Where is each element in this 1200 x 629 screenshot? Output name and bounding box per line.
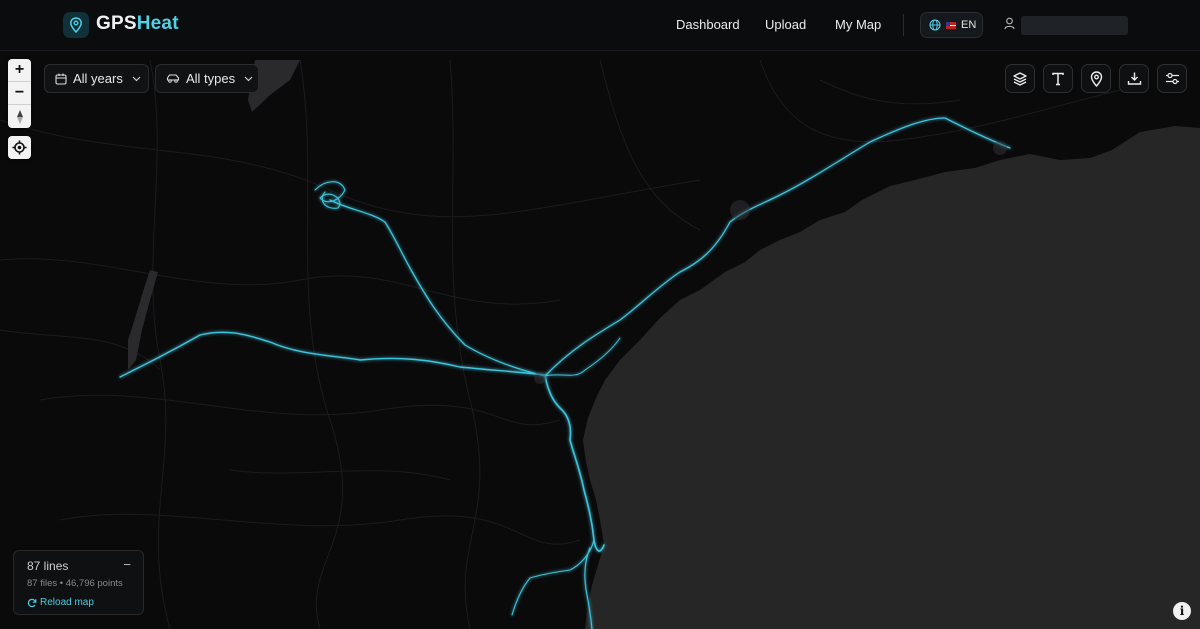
globe-icon: [929, 19, 941, 31]
year-filter-dropdown[interactable]: All years: [44, 64, 149, 93]
pin-icon: [1090, 70, 1102, 87]
top-navbar: GPSHeat Dashboard Upload My Map EN: [0, 0, 1200, 51]
calendar-icon: [55, 73, 67, 85]
nav-upload[interactable]: Upload: [765, 17, 806, 32]
type-filter-dropdown[interactable]: All types: [155, 64, 259, 93]
language-selector[interactable]: EN: [920, 12, 983, 38]
locate-button[interactable]: [8, 136, 31, 159]
map-pin-icon: [70, 17, 82, 33]
sliders-icon: [1165, 72, 1179, 85]
reload-map-button[interactable]: Reload map: [27, 597, 94, 608]
us-flag-icon: [946, 21, 956, 29]
zoom-controls: + −: [8, 59, 31, 128]
compass-button[interactable]: [8, 105, 31, 128]
car-icon: [166, 74, 180, 83]
chevron-down-icon: [244, 76, 253, 81]
stats-panel: 87 lines − 87 files • 46,796 points Relo…: [13, 550, 144, 615]
nav-divider: [903, 14, 904, 36]
locate-icon: [12, 140, 27, 155]
download-icon: [1127, 72, 1141, 85]
download-button[interactable]: [1119, 64, 1149, 93]
nav-dashboard[interactable]: Dashboard: [676, 17, 740, 32]
layers-icon: [1013, 71, 1027, 86]
collapse-button[interactable]: −: [123, 557, 131, 572]
text-icon: [1052, 72, 1064, 85]
stats-summary: 87 files • 46,796 points: [27, 578, 123, 589]
settings-button[interactable]: [1157, 64, 1187, 93]
compass-icon: [16, 109, 23, 124]
refresh-icon: [27, 598, 37, 607]
year-filter-label: All years: [73, 71, 123, 86]
marker-button[interactable]: [1081, 64, 1111, 93]
logo-badge[interactable]: [63, 12, 89, 38]
lines-count: 87 lines: [27, 559, 69, 573]
app-logo[interactable]: GPSHeat: [96, 13, 179, 35]
zoom-in-button[interactable]: +: [8, 59, 31, 82]
user-icon: [1004, 17, 1015, 30]
user-menu[interactable]: [1021, 16, 1128, 35]
heatmap-map[interactable]: [0, 51, 1200, 629]
logo-gps-text: GPS: [96, 13, 137, 34]
nav-my-map[interactable]: My Map: [835, 17, 881, 32]
reload-map-label: Reload map: [40, 597, 94, 608]
chevron-down-icon: [132, 76, 141, 81]
zoom-out-button[interactable]: −: [8, 82, 31, 105]
logo-heat-text: Heat: [136, 13, 179, 34]
language-code: EN: [961, 19, 977, 31]
layers-button[interactable]: [1005, 64, 1035, 93]
info-button[interactable]: i: [1173, 602, 1191, 620]
type-filter-label: All types: [186, 71, 236, 86]
text-tool-button[interactable]: [1043, 64, 1073, 93]
